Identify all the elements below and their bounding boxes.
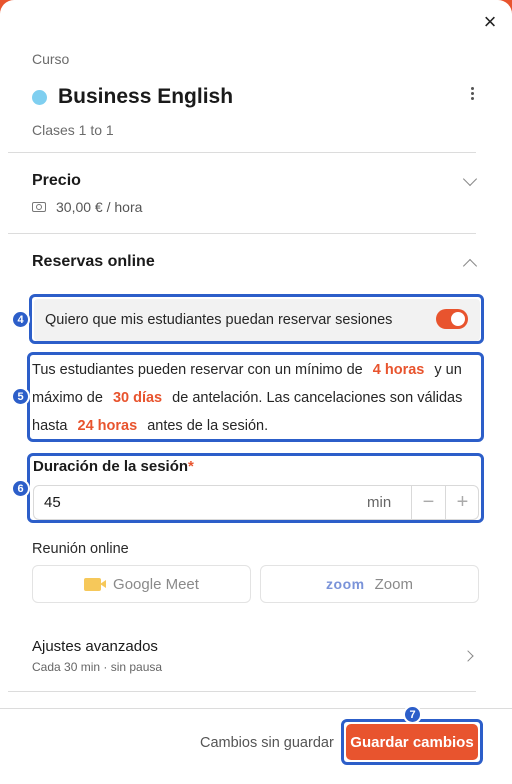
close-icon[interactable]: ×	[480, 11, 500, 33]
step-marker: 5	[11, 387, 30, 406]
footer-divider	[0, 708, 512, 709]
google-meet-label: Google Meet	[113, 575, 199, 593]
edit-course-modal: × Curso Business English Clases 1 to 1 P…	[0, 0, 512, 784]
chevron-down-icon[interactable]	[462, 171, 478, 187]
highlight-box	[29, 294, 484, 344]
chevron-up-icon[interactable]	[462, 258, 478, 274]
step-marker: 7	[403, 705, 422, 724]
course-type: Clases 1 to 1	[32, 122, 114, 138]
unsaved-changes-text: Cambios sin guardar	[200, 735, 334, 751]
google-meet-icon	[84, 577, 102, 591]
zoom-button[interactable]: zoom Zoom	[260, 565, 479, 603]
advanced-settings-title[interactable]: Ajustes avanzados	[32, 638, 158, 655]
highlight-box	[27, 453, 484, 523]
course-section-label: Curso	[32, 51, 70, 67]
step-marker: 6	[11, 479, 30, 498]
price-value: 30,00 € / hora	[56, 199, 143, 215]
online-meeting-label: Reunión online	[32, 541, 129, 557]
more-options-icon[interactable]	[464, 84, 480, 102]
zoom-icon: zoom	[326, 576, 365, 592]
chevron-right-icon[interactable]	[462, 650, 474, 662]
highlight-box	[27, 352, 484, 442]
price-row: 30,00 € / hora	[32, 199, 142, 215]
course-name: Business English	[58, 85, 234, 108]
step-marker: 4	[11, 310, 30, 329]
price-section-title[interactable]: Precio	[32, 172, 81, 190]
advanced-settings-subtitle: Cada 30 min · sin pausa	[32, 660, 163, 674]
online-booking-section-title[interactable]: Reservas online	[32, 253, 155, 271]
course-title-row: Business English	[32, 84, 233, 110]
course-color-dot	[32, 89, 47, 105]
highlight-box	[341, 719, 483, 765]
divider	[8, 152, 476, 153]
google-meet-button[interactable]: Google Meet	[32, 565, 251, 603]
divider	[8, 691, 476, 692]
cash-icon	[32, 202, 46, 212]
zoom-label: Zoom	[374, 575, 413, 593]
divider	[8, 233, 476, 234]
